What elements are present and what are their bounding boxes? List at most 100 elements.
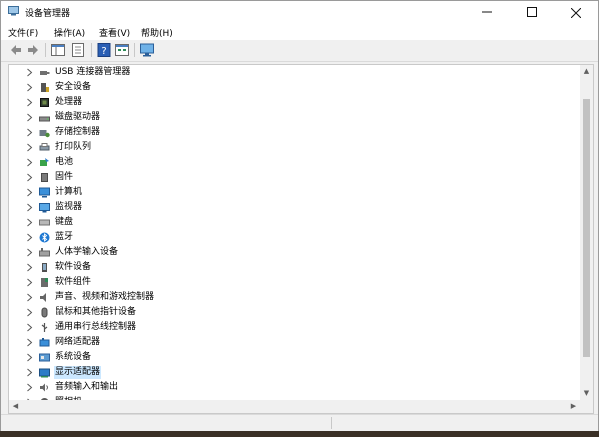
hid-icon (39, 248, 50, 257)
chevron-right-icon[interactable] (26, 83, 33, 92)
tree-row[interactable]: 系统设备 (9, 350, 577, 365)
software-device-icon (42, 263, 47, 272)
tree-row[interactable]: 音频输入和输出 (9, 380, 577, 395)
display-adapter-icon (39, 368, 50, 378)
sound-icon (40, 293, 46, 302)
vertical-scrollbar[interactable]: ▲ ▼ (580, 65, 593, 400)
chevron-right-icon[interactable] (26, 98, 33, 107)
minimize-icon (482, 11, 492, 13)
show-hide-tree-icon[interactable] (51, 43, 65, 57)
mouse-icon (41, 307, 48, 318)
tree-row[interactable]: 键盘 (9, 215, 577, 230)
tree-row[interactable]: 声音、视频和游戏控制器 (9, 290, 577, 305)
tree-row[interactable]: 磁盘驱动器 (9, 110, 577, 125)
tree-row[interactable]: 固件 (9, 170, 577, 185)
menu-action[interactable]: 操作(A) (54, 26, 85, 39)
tree-row[interactable]: 计算机 (9, 185, 577, 200)
battery-icon (40, 158, 49, 166)
tree-row[interactable]: 打印队列 (9, 140, 577, 155)
processor-icon (40, 98, 49, 107)
toolbar-separator (134, 43, 135, 57)
close-icon (570, 7, 582, 18)
security-device-icon (41, 83, 49, 92)
tree-row[interactable]: 软件设备 (9, 260, 577, 275)
back-arrow-icon[interactable] (9, 43, 23, 57)
tree-row[interactable]: 鼠标和其他指针设备 (9, 305, 577, 320)
tree-row-label: 显示适配器 (54, 366, 102, 379)
chevron-right-icon[interactable] (26, 278, 33, 287)
chevron-right-icon[interactable] (26, 203, 33, 212)
tree-row-label: 声音、视频和游戏控制器 (55, 292, 155, 302)
forward-arrow-icon[interactable] (26, 43, 40, 57)
tree-row-label: 通用串行总线控制器 (55, 322, 137, 332)
tree-row[interactable]: 显示适配器 (9, 365, 577, 380)
details-view-icon[interactable] (115, 43, 129, 57)
scroll-down-icon[interactable]: ▼ (580, 387, 593, 400)
tree-row[interactable]: 监视器 (9, 200, 577, 215)
tree-row-label: 打印队列 (55, 142, 92, 152)
software-component-icon (41, 278, 48, 287)
toolbar: ? (1, 40, 598, 62)
scroll-corner (580, 400, 593, 413)
chevron-right-icon[interactable] (26, 323, 33, 332)
chevron-right-icon[interactable] (26, 338, 33, 347)
system-device-icon (39, 353, 50, 362)
chevron-right-icon[interactable] (26, 128, 33, 137)
menu-file[interactable]: 文件(F) (8, 26, 38, 39)
title-bar[interactable]: 设备管理器 (1, 1, 598, 23)
scroll-up-icon[interactable]: ▲ (580, 65, 593, 78)
device-tree[interactable]: USB 连接器管理器 安全设备 处理器 磁盘驱动器存储控制器打印队列电池固件计算机监视… (8, 64, 594, 414)
tree-row[interactable]: 处理器 (9, 95, 577, 110)
chevron-right-icon[interactable] (26, 173, 33, 182)
chevron-right-icon[interactable] (26, 188, 33, 197)
chevron-right-icon[interactable] (26, 353, 33, 362)
chevron-right-icon[interactable] (26, 233, 33, 242)
scan-hardware-icon[interactable] (140, 43, 154, 57)
tree-row-label: 电池 (55, 157, 74, 167)
chevron-right-icon[interactable] (26, 293, 33, 302)
scroll-right-icon[interactable]: ▶ (567, 400, 580, 413)
maximize-button[interactable] (510, 1, 554, 23)
chevron-right-icon[interactable] (26, 248, 33, 257)
tree-row[interactable]: 电池 (9, 155, 577, 170)
tree-row[interactable]: USB 连接器管理器 (9, 65, 577, 80)
toolbar-separator (45, 43, 46, 57)
chevron-right-icon[interactable] (26, 308, 33, 317)
chevron-right-icon[interactable] (26, 368, 33, 377)
tree-row[interactable]: 蓝牙 (9, 230, 577, 245)
help-icon[interactable]: ? (97, 43, 111, 57)
chevron-right-icon[interactable] (26, 218, 33, 227)
tree-row[interactable]: 通用串行总线控制器 (9, 320, 577, 335)
tree-row[interactable]: 网络适配器 (9, 335, 577, 350)
tree-row[interactable]: 人体学输入设备 (9, 245, 577, 260)
menu-help[interactable]: 帮助(H) (141, 26, 173, 39)
close-button[interactable] (554, 1, 598, 23)
scroll-left-icon[interactable]: ◀ (9, 400, 22, 413)
scroll-thumb[interactable] (583, 99, 590, 357)
menu-bar: 文件(F) 操作(A) 查看(V) 帮助(H) (1, 23, 598, 40)
tree-row[interactable]: 安全设备 (9, 80, 577, 95)
menu-view[interactable]: 查看(V) (99, 26, 130, 39)
network-adapter-icon (39, 338, 50, 347)
chevron-right-icon[interactable] (26, 68, 33, 77)
chevron-right-icon[interactable] (26, 158, 33, 167)
tree-row-label: 存储控制器 (55, 127, 101, 137)
maximize-icon (527, 7, 537, 17)
horizontal-scrollbar[interactable]: ◀ ▶ (9, 400, 580, 413)
chevron-right-icon[interactable] (26, 143, 33, 152)
audio-io-icon (40, 383, 48, 392)
window-title: 设备管理器 (25, 9, 71, 19)
tree-row-label: 计算机 (55, 187, 83, 197)
tree-row[interactable]: 存储控制器 (9, 125, 577, 140)
tree-row-label: 人体学输入设备 (55, 247, 119, 257)
tree-row-label: 软件设备 (55, 262, 92, 272)
tree-row-label: 固件 (55, 172, 74, 182)
chevron-right-icon[interactable] (26, 113, 33, 122)
tree-row[interactable]: 软件组件 (9, 275, 577, 290)
chevron-right-icon[interactable] (26, 263, 33, 272)
minimize-button[interactable] (465, 1, 509, 23)
status-divider (331, 417, 332, 429)
properties-icon[interactable] (71, 43, 85, 57)
chevron-right-icon[interactable] (26, 383, 33, 392)
tree-row-label: 软件组件 (55, 277, 92, 287)
